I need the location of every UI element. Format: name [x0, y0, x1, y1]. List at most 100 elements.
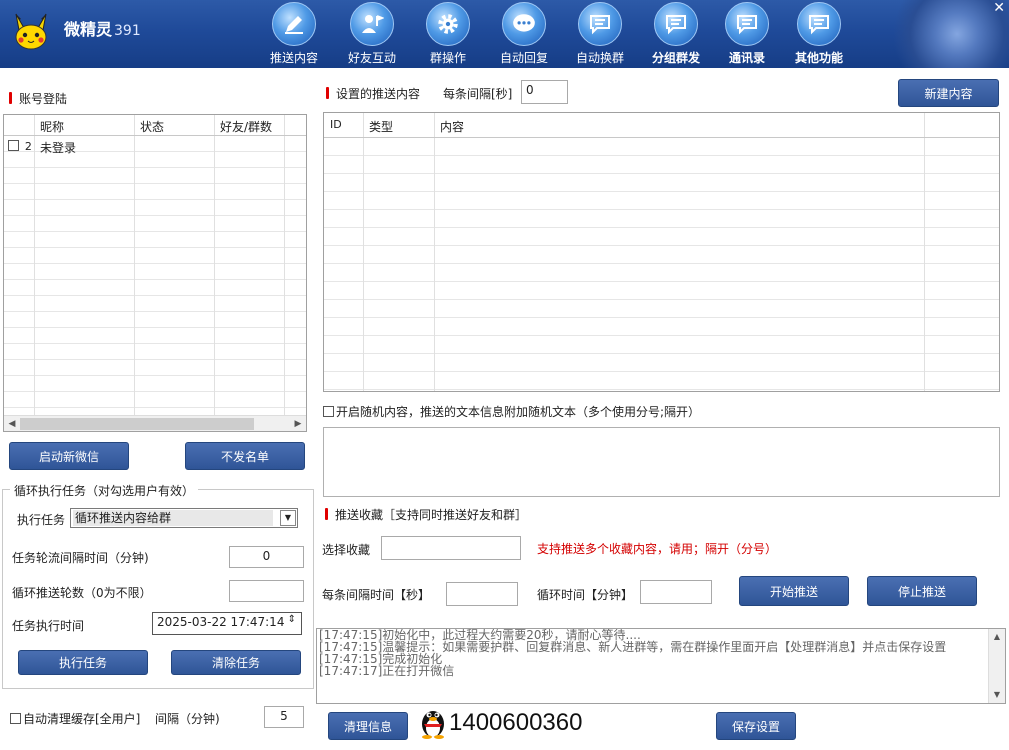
- chat-lines-icon: [654, 2, 698, 46]
- rounds-label: 循环推送轮数（0为不限）: [12, 586, 152, 600]
- spin-icon[interactable]: ⇕: [288, 614, 296, 625]
- table-grid: [4, 135, 306, 415]
- nav-label: 好友互动: [347, 51, 396, 65]
- column-header-count[interactable]: 好友/群数: [220, 118, 272, 135]
- person-flag-icon: [350, 2, 394, 46]
- start-new-wechat-button[interactable]: 启动新微信: [9, 442, 129, 470]
- push-favorites-section-label: 推送收藏［支持同时推送好友和群］: [324, 508, 528, 522]
- select-favorites-label: 选择收藏: [322, 543, 371, 557]
- row-checkbox[interactable]: [8, 140, 19, 151]
- cache-interval-input[interactable]: 5: [264, 706, 304, 728]
- app-title: 微精灵 391: [64, 16, 141, 40]
- loop-task-title: 循环执行任务（对勾选用户有效）: [10, 482, 199, 499]
- scroll-thumb[interactable]: [20, 418, 254, 430]
- nav-label: 群操作: [429, 51, 466, 65]
- log-output[interactable]: [17:47:15]初始化中，此过程大约需要20秒，请耐心等待.... [17:…: [316, 628, 1006, 704]
- nav-other-functions[interactable]: 其他功能: [786, 2, 852, 66]
- vertical-scrollbar[interactable]: ▲ ▼: [988, 629, 1005, 703]
- column-header-nickname[interactable]: 昵称: [40, 118, 64, 135]
- new-content-button[interactable]: 新建内容: [898, 79, 999, 107]
- blacklist-button[interactable]: 不发名单: [185, 442, 305, 470]
- qq-penguin-icon: [422, 711, 444, 739]
- app-name: 微精灵: [64, 20, 113, 39]
- nav-label: 通讯录: [728, 51, 765, 65]
- nav-friend-interaction[interactable]: 好友互动: [339, 2, 405, 66]
- content-table[interactable]: ID 类型 内容: [323, 112, 1000, 392]
- favorites-interval-input[interactable]: [446, 582, 518, 606]
- execute-time-label: 任务执行时间: [12, 619, 85, 633]
- stop-push-button[interactable]: 停止推送: [867, 576, 977, 606]
- task-select[interactable]: 循环推送内容给群 ▼: [70, 508, 298, 528]
- content-interval-input[interactable]: 0: [521, 80, 568, 104]
- scroll-down-icon[interactable]: ▼: [991, 688, 1003, 702]
- save-settings-button[interactable]: 保存设置: [716, 712, 796, 740]
- nav-contacts[interactable]: 通讯录: [714, 2, 780, 66]
- nav-auto-reply[interactable]: 自动回复: [491, 2, 557, 66]
- favorites-interval-label: 每条间隔时间【秒】: [322, 588, 431, 602]
- table-header: 昵称 状态 好友/群数: [4, 115, 306, 136]
- account-table[interactable]: 昵称 状态 好友/群数 2 未登录 ◀ ▶: [3, 114, 307, 432]
- chat-dots-icon: [502, 2, 546, 46]
- rounds-input[interactable]: [229, 580, 304, 602]
- column-header-type[interactable]: 类型: [369, 118, 393, 135]
- nav-label: 自动回复: [499, 51, 548, 65]
- favorites-hint: 支持推送多个收藏内容，请用；隔开（分号）: [537, 542, 778, 556]
- nav-label: 分组群发: [651, 51, 700, 65]
- interval-label: 任务轮流间隔时间（分钟): [12, 551, 149, 565]
- pen-icon: [272, 2, 316, 46]
- scroll-up-icon[interactable]: ▲: [991, 630, 1003, 644]
- chat-lines-icon: [725, 2, 769, 46]
- select-favorites-input[interactable]: [381, 536, 521, 560]
- column-header-content[interactable]: 内容: [440, 118, 464, 135]
- random-text-area[interactable]: [323, 427, 1000, 497]
- task-select-value: 循环推送内容给群: [73, 510, 273, 526]
- column-divider: [363, 113, 364, 391]
- horizontal-scrollbar[interactable]: ◀ ▶: [4, 415, 306, 431]
- column-divider: [924, 113, 925, 391]
- gear-icon: [426, 2, 470, 46]
- qq-number: 1400600360: [449, 709, 583, 736]
- scroll-right-icon[interactable]: ▶: [291, 417, 305, 431]
- nav-label: 推送内容: [269, 51, 318, 65]
- auto-clear-cache-checkbox[interactable]: [10, 713, 21, 724]
- nav-label: 其他功能: [794, 51, 843, 65]
- table-grid: [324, 137, 999, 391]
- chat-lines-icon: [797, 2, 841, 46]
- nav-group-operation[interactable]: 群操作: [415, 2, 481, 66]
- clear-task-button[interactable]: 清除任务: [171, 650, 301, 675]
- close-icon[interactable]: ✕: [993, 0, 1005, 16]
- chevron-down-icon[interactable]: ▼: [280, 510, 296, 526]
- clear-info-button[interactable]: 清理信息: [328, 712, 408, 740]
- row-index: 2: [24, 140, 32, 153]
- column-divider: [34, 115, 35, 415]
- header-decoration: [879, 0, 1009, 68]
- log-line: [17:47:17]正在打开微信: [319, 664, 455, 678]
- auto-clear-cache[interactable]: 自动清理缓存[全用户]: [10, 710, 140, 727]
- column-header-status[interactable]: 状态: [140, 118, 164, 135]
- column-divider: [134, 115, 135, 415]
- push-content-section-label: 设置的推送内容: [325, 87, 421, 101]
- column-header-id[interactable]: ID: [330, 118, 342, 131]
- auto-clear-cache-label: 自动清理缓存[全用户]: [23, 712, 141, 726]
- scroll-left-icon[interactable]: ◀: [5, 417, 19, 431]
- account-section-label: 账号登陆: [8, 92, 68, 106]
- task-label: 执行任务: [17, 513, 66, 527]
- column-divider: [434, 113, 435, 391]
- favorites-loop-input[interactable]: [640, 580, 712, 604]
- nav-push-content[interactable]: 推送内容: [261, 2, 327, 66]
- datetime-picker[interactable]: 2025-03-22 17:47:14 ⇕: [152, 612, 302, 635]
- column-divider: [284, 115, 285, 415]
- random-content-option[interactable]: 开启随机内容，推送的文本信息附加随机文本（多个使用分号;隔开）: [323, 403, 700, 420]
- datetime-value: 2025-03-22 17:47:14: [157, 615, 285, 629]
- favorites-loop-label: 循环时间【分钟】: [537, 588, 634, 602]
- nav-auto-switch-group[interactable]: 自动换群: [567, 2, 633, 66]
- app-version: 391: [114, 23, 141, 39]
- interval-input[interactable]: 0: [229, 546, 304, 568]
- random-content-checkbox[interactable]: [323, 406, 334, 417]
- nav-group-broadcast[interactable]: 分组群发: [643, 2, 709, 66]
- execute-task-button[interactable]: 执行任务: [18, 650, 148, 675]
- column-divider: [214, 115, 215, 415]
- title-bar: 微精灵 391 推送内容 好友互动 群操作 自动回复 自动换群 分组群发 通讯录…: [0, 0, 1009, 68]
- table-row[interactable]: 2 未登录: [8, 139, 298, 155]
- start-push-button[interactable]: 开始推送: [739, 576, 849, 606]
